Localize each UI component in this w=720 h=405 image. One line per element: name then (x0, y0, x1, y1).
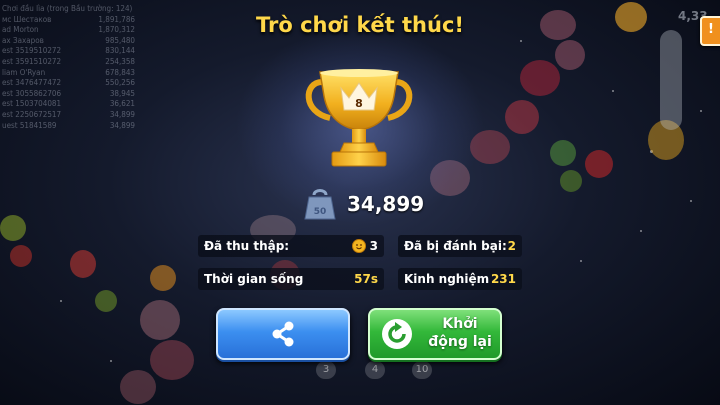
leaderboard-score: 34,899 (109, 109, 135, 119)
leaderboard-row: liam O'Ryan 678,843 (0, 68, 135, 79)
leaderboard-row: ах Захаров 985,480 (0, 36, 135, 47)
score-row: 50 34,899 (303, 187, 424, 221)
fruit-blob (555, 40, 585, 70)
share-button[interactable] (216, 308, 350, 360)
fruit-blob (505, 100, 539, 134)
trophy-rank: 8 (355, 97, 363, 110)
leaderboard-player: est 3519510272 (2, 46, 62, 56)
sparkle (700, 110, 702, 112)
leaderboard-score: 678,843 (105, 67, 135, 77)
leaderboard-row: uest 51841589 34,899 (0, 121, 135, 132)
trophy-icon: 8 (305, 69, 413, 167)
final-score: 34,899 (347, 192, 425, 216)
sparkle (520, 40, 522, 42)
sparkle (580, 260, 582, 262)
leaderboard-player: est 1503704081 (2, 99, 62, 109)
smiley-icon (351, 239, 366, 253)
snake-body (660, 30, 682, 130)
stat-time-alive: Thời gian sống 57s (198, 268, 384, 290)
stat-experience: Kinh nghiệm 231 (398, 268, 522, 290)
stat-value: 2 (507, 239, 516, 253)
leaderboard-player: uest 51841589 (2, 120, 57, 130)
fruit-blob (150, 265, 176, 291)
fruit-blob (585, 150, 613, 178)
stat-label: Thời gian sống (204, 272, 304, 286)
restart-icon (382, 319, 412, 349)
leaderboard-row: est 1503704081 36,621 (0, 99, 135, 110)
leaderboard-player: est 3591510272 (2, 56, 62, 66)
sparkle (60, 300, 62, 302)
leaderboard-player: est 3476477472 (2, 78, 62, 88)
fruit-blob (560, 170, 582, 192)
fruit-blob (0, 215, 26, 241)
bottom-number: 3 (316, 361, 336, 379)
fruit-blob (520, 60, 560, 96)
leaderboard-row: est 3591510272 254,358 (0, 57, 135, 68)
leaderboard-score: 34,899 (109, 120, 135, 130)
stat-collected: Đã thu thập: 3 (198, 235, 384, 257)
stat-label: Đã bị đánh bại: (404, 239, 507, 253)
leaderboard-score: 38,945 (109, 88, 135, 98)
fruit-blob (70, 250, 96, 278)
leaderboard-score: 36,621 (109, 99, 135, 109)
fruit-blob (95, 290, 117, 312)
leaderboard-row: est 3476477472 550,256 (0, 78, 135, 89)
fruit-blob (550, 140, 576, 166)
fruit-blob (140, 300, 180, 340)
leaderboard-player: ах Захаров (2, 35, 44, 45)
stat-defeated: Đã bị đánh bại: 2 (398, 235, 522, 257)
leaderboard-score: 550,256 (105, 78, 135, 88)
fruit-blob (150, 340, 194, 380)
stat-value: 3 (369, 239, 378, 253)
stat-value: 231 (490, 272, 516, 286)
restart-button[interactable]: Khởi động lại (368, 308, 502, 360)
leaderboard-score: 254,358 (105, 56, 135, 66)
stat-value: 57s (354, 272, 378, 286)
leaderboard-player: liam O'Ryan (2, 67, 46, 77)
share-icon (272, 321, 294, 347)
stat-label: Đã thu thập: (204, 239, 290, 253)
fruit-blob (10, 245, 32, 267)
leaderboard-player: est 2250672517 (2, 109, 62, 119)
stat-label: Kinh nghiệm (404, 272, 490, 286)
leaderboard-score: 830,144 (105, 46, 135, 56)
bottom-number: 10 (412, 361, 432, 379)
weight-icon: 50 (304, 189, 336, 220)
sparkle (612, 90, 614, 92)
leaderboard-row: est 2250672517 34,899 (0, 110, 135, 121)
weight-label: 50 (314, 207, 327, 217)
restart-label: Khởi động lại (428, 316, 492, 350)
leaderboard-row: est 3519510272 830,144 (0, 46, 135, 57)
fruit-blob (120, 370, 156, 404)
game-stage: Chơi đầu lìa (trong Bầu trường: 124) мс … (0, 0, 720, 405)
bottom-number: 4 (365, 361, 385, 379)
leaderboard-row: est 3055862706 38,945 (0, 89, 135, 100)
leaderboard-score: 985,480 (105, 35, 135, 45)
sparkle (690, 200, 692, 202)
leaderboard-player: est 3055862706 (2, 88, 62, 98)
sparkle (110, 360, 112, 362)
sparkle (640, 230, 642, 232)
